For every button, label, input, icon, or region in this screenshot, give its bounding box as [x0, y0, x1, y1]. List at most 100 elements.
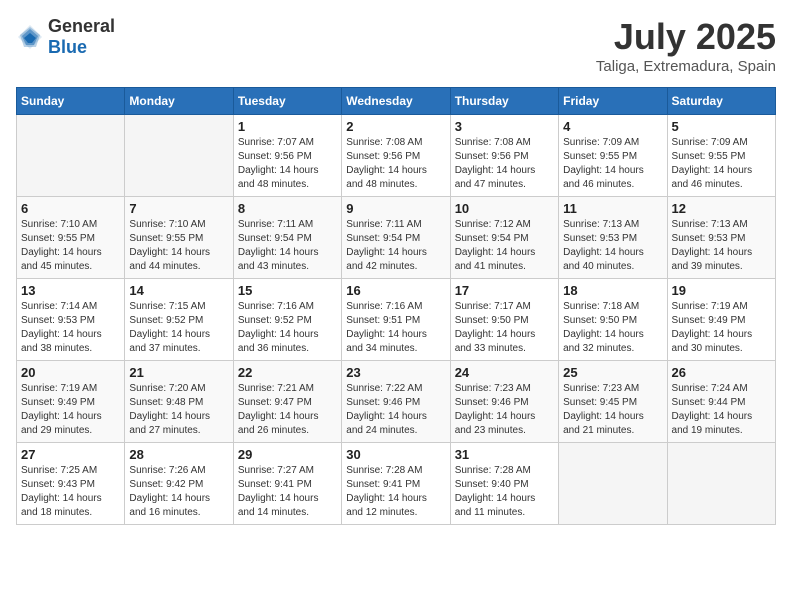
calendar-cell: 23 Sunrise: 7:22 AMSunset: 9:46 PMDayligh… [342, 361, 450, 443]
calendar-cell: 5 Sunrise: 7:09 AMSunset: 9:55 PMDaylight… [667, 115, 775, 197]
day-detail: Sunrise: 7:28 AMSunset: 9:41 PMDaylight:… [346, 464, 445, 520]
calendar-week-1: 1 Sunrise: 7:07 AMSunset: 9:56 PMDaylight… [17, 115, 776, 197]
calendar-cell: 18Sunrise: 7:18 AMSunset: 9:50 PMDayligh… [559, 279, 667, 361]
calendar-cell: 8 Sunrise: 7:11 AMSunset: 9:54 PMDaylight… [233, 197, 341, 279]
title-block: July 2025 Taliga, Extremadura, Spain [596, 16, 776, 75]
day-number: 1 [238, 119, 337, 134]
day-detail: Sunrise: 7:18 AMSunset: 9:50 PMDaylight:… [563, 300, 662, 356]
calendar-week-3: 13 Sunrise: 7:14 AMSunset: 9:53 PMDayligh… [17, 279, 776, 361]
day-detail: Sunrise: 7:28 AMSunset: 9:40 PMDaylight:… [455, 464, 554, 520]
day-detail: Sunrise: 7:20 AMSunset: 9:48 PMDaylight:… [129, 382, 228, 438]
calendar-cell: 22 Sunrise: 7:21 AMSunset: 9:47 PMDayligh… [233, 361, 341, 443]
calendar-body: 1 Sunrise: 7:07 AMSunset: 9:56 PMDaylight… [17, 115, 776, 525]
page-title: July 2025 [596, 16, 776, 58]
header-saturday: Saturday [667, 88, 775, 115]
calendar-cell: 11 Sunrise: 7:13 AMSunset: 9:53 PMDayligh… [559, 197, 667, 279]
day-number: 17 [455, 283, 554, 298]
day-number: 10 [455, 201, 554, 216]
calendar-week-4: 20Sunrise: 7:19 AMSunset: 9:49 PMDayligh… [17, 361, 776, 443]
day-detail: Sunrise: 7:21 AMSunset: 9:47 PMDaylight:… [238, 382, 337, 438]
calendar-cell: 13 Sunrise: 7:14 AMSunset: 9:53 PMDayligh… [17, 279, 125, 361]
day-detail: Sunrise: 7:26 AMSunset: 9:42 PMDaylight:… [129, 464, 228, 520]
calendar-cell: 12 Sunrise: 7:13 AMSunset: 9:53 PMDayligh… [667, 197, 775, 279]
header-sunday: Sunday [17, 88, 125, 115]
calendar-cell: 25 Sunrise: 7:23 AMSunset: 9:45 PMDayligh… [559, 361, 667, 443]
calendar-cell: 16 Sunrise: 7:16 AMSunset: 9:51 PMDayligh… [342, 279, 450, 361]
calendar-cell: 27 Sunrise: 7:25 AMSunset: 9:43 PMDayligh… [17, 443, 125, 525]
calendar-cell: 29Sunrise: 7:27 AMSunset: 9:41 PMDayligh… [233, 443, 341, 525]
day-detail: Sunrise: 7:13 AMSunset: 9:53 PMDaylight:… [672, 218, 771, 274]
calendar-cell: 3 Sunrise: 7:08 AMSunset: 9:56 PMDaylight… [450, 115, 558, 197]
day-detail: Sunrise: 7:11 AMSunset: 9:54 PMDaylight:… [238, 218, 337, 274]
calendar-cell: 30 Sunrise: 7:28 AMSunset: 9:41 PMDayligh… [342, 443, 450, 525]
calendar-cell: 24Sunrise: 7:23 AMSunset: 9:46 PMDayligh… [450, 361, 558, 443]
calendar-cell [559, 443, 667, 525]
day-detail: Sunrise: 7:23 AMSunset: 9:45 PMDaylight:… [563, 382, 662, 438]
logo-icon [16, 23, 44, 51]
day-detail: Sunrise: 7:25 AMSunset: 9:43 PMDaylight:… [21, 464, 120, 520]
calendar-cell: 20Sunrise: 7:19 AMSunset: 9:49 PMDayligh… [17, 361, 125, 443]
calendar-cell: 4Sunrise: 7:09 AMSunset: 9:55 PMDaylight… [559, 115, 667, 197]
day-number: 19 [672, 283, 771, 298]
header-tuesday: Tuesday [233, 88, 341, 115]
day-number: 4 [563, 119, 662, 134]
day-number: 23 [346, 365, 445, 380]
day-number: 25 [563, 365, 662, 380]
day-detail: Sunrise: 7:07 AMSunset: 9:56 PMDaylight:… [238, 136, 337, 192]
day-number: 7 [129, 201, 228, 216]
day-number: 6 [21, 201, 120, 216]
day-number: 21 [129, 365, 228, 380]
header-row: Sunday Monday Tuesday Wednesday Thursday… [17, 88, 776, 115]
day-detail: Sunrise: 7:11 AMSunset: 9:54 PMDaylight:… [346, 218, 445, 274]
day-detail: Sunrise: 7:09 AMSunset: 9:55 PMDaylight:… [672, 136, 771, 192]
day-detail: Sunrise: 7:24 AMSunset: 9:44 PMDaylight:… [672, 382, 771, 438]
page-location: Taliga, Extremadura, Spain [596, 58, 776, 75]
day-number: 13 [21, 283, 120, 298]
day-number: 27 [21, 447, 120, 462]
day-number: 26 [672, 365, 771, 380]
day-detail: Sunrise: 7:13 AMSunset: 9:53 PMDaylight:… [563, 218, 662, 274]
calendar-cell: 9 Sunrise: 7:11 AMSunset: 9:54 PMDaylight… [342, 197, 450, 279]
calendar-cell: 17 Sunrise: 7:17 AMSunset: 9:50 PMDayligh… [450, 279, 558, 361]
day-number: 24 [455, 365, 554, 380]
calendar-cell: 21 Sunrise: 7:20 AMSunset: 9:48 PMDayligh… [125, 361, 233, 443]
day-detail: Sunrise: 7:16 AMSunset: 9:52 PMDaylight:… [238, 300, 337, 356]
day-number: 11 [563, 201, 662, 216]
calendar-cell: 19 Sunrise: 7:19 AMSunset: 9:49 PMDayligh… [667, 279, 775, 361]
logo-blue: Blue [48, 37, 87, 57]
day-number: 12 [672, 201, 771, 216]
day-number: 22 [238, 365, 337, 380]
day-detail: Sunrise: 7:22 AMSunset: 9:46 PMDaylight:… [346, 382, 445, 438]
day-number: 3 [455, 119, 554, 134]
day-detail: Sunrise: 7:17 AMSunset: 9:50 PMDaylight:… [455, 300, 554, 356]
calendar-cell: 7Sunrise: 7:10 AMSunset: 9:55 PMDaylight… [125, 197, 233, 279]
day-detail: Sunrise: 7:16 AMSunset: 9:51 PMDaylight:… [346, 300, 445, 356]
logo-general: General [48, 16, 115, 36]
day-detail: Sunrise: 7:19 AMSunset: 9:49 PMDaylight:… [672, 300, 771, 356]
day-number: 29 [238, 447, 337, 462]
day-number: 5 [672, 119, 771, 134]
calendar-table: Sunday Monday Tuesday Wednesday Thursday… [16, 87, 776, 525]
calendar-cell [667, 443, 775, 525]
calendar-cell: 15 Sunrise: 7:16 AMSunset: 9:52 PMDayligh… [233, 279, 341, 361]
calendar-cell: 28Sunrise: 7:26 AMSunset: 9:42 PMDayligh… [125, 443, 233, 525]
calendar-cell: 1 Sunrise: 7:07 AMSunset: 9:56 PMDaylight… [233, 115, 341, 197]
header-monday: Monday [125, 88, 233, 115]
day-number: 30 [346, 447, 445, 462]
calendar-cell: 14Sunrise: 7:15 AMSunset: 9:52 PMDayligh… [125, 279, 233, 361]
calendar-cell [17, 115, 125, 197]
day-detail: Sunrise: 7:14 AMSunset: 9:53 PMDaylight:… [21, 300, 120, 356]
calendar-header: Sunday Monday Tuesday Wednesday Thursday… [17, 88, 776, 115]
page-header: General Blue July 2025 Taliga, Extremadu… [16, 16, 776, 75]
day-number: 31 [455, 447, 554, 462]
header-friday: Friday [559, 88, 667, 115]
day-number: 15 [238, 283, 337, 298]
day-detail: Sunrise: 7:12 AMSunset: 9:54 PMDaylight:… [455, 218, 554, 274]
day-number: 9 [346, 201, 445, 216]
calendar-cell: 6Sunrise: 7:10 AMSunset: 9:55 PMDaylight… [17, 197, 125, 279]
day-number: 8 [238, 201, 337, 216]
day-detail: Sunrise: 7:15 AMSunset: 9:52 PMDaylight:… [129, 300, 228, 356]
day-detail: Sunrise: 7:08 AMSunset: 9:56 PMDaylight:… [455, 136, 554, 192]
day-number: 16 [346, 283, 445, 298]
calendar-cell: 31 Sunrise: 7:28 AMSunset: 9:40 PMDayligh… [450, 443, 558, 525]
